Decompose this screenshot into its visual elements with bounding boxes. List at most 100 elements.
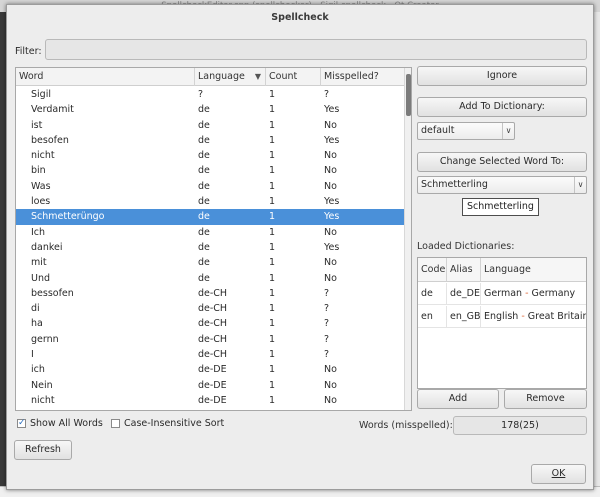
word-cell: nicht	[31, 150, 55, 162]
checkbox-checked-icon: ✓	[17, 418, 26, 428]
word-cell: Was	[31, 180, 51, 192]
misspelled-cell: No	[324, 272, 337, 284]
table-row[interactable]: Schmetterüngo de 1 Yes	[16, 209, 404, 225]
language-cell: de-CH	[198, 349, 228, 361]
misspelled-cell: Yes	[324, 211, 340, 223]
word-cell: I	[31, 349, 34, 361]
count-cell: 1	[269, 287, 276, 299]
dict-language-cell: German - Germany	[481, 283, 586, 305]
table-row[interactable]: nicht de 1 No	[16, 148, 404, 163]
table-row[interactable]: ha de-CH 1?	[16, 316, 404, 331]
table-row[interactable]: Verdamit de 1 Yes	[16, 102, 404, 117]
words-count-label: Words (misspelled):	[359, 420, 453, 431]
column-count-header[interactable]: Count	[266, 68, 321, 86]
table-row[interactable]: Und de 1 No	[16, 271, 404, 286]
table-row[interactable]: nicht de-DE 1 No	[16, 393, 404, 408]
misspelled-cell: Yes	[324, 196, 340, 208]
checkbox-unchecked-icon	[111, 419, 120, 428]
count-cell: 1	[269, 89, 276, 100]
show-all-words-checkbox[interactable]: ✓ Show All Words	[17, 418, 103, 429]
word-cell: nicht	[31, 394, 55, 406]
column-misspelled-label: Misspelled?	[324, 71, 379, 82]
column-misspelled-header[interactable]: Misspelled?	[321, 68, 404, 86]
language-cell: de-CH	[198, 333, 228, 345]
scrollbar-thumb[interactable]	[406, 74, 411, 116]
language-cell: de	[198, 211, 210, 223]
dictionary-select-value: default	[421, 125, 455, 136]
language-cell: de	[198, 150, 210, 162]
table-row[interactable]: besofen de 1 Yes	[16, 133, 404, 148]
count-cell: 1	[269, 104, 276, 116]
table-row[interactable]: Sigil? 1?	[16, 87, 404, 102]
remove-dictionary-button[interactable]: Remove	[504, 389, 587, 409]
add-dictionary-button[interactable]: Add	[417, 389, 499, 409]
misspelled-cell: ?	[324, 287, 330, 299]
replacement-word-combo[interactable]: Schmetterling ∨	[417, 176, 587, 194]
table-row[interactable]: mit de 1 No	[16, 255, 404, 270]
count-cell: 1	[269, 134, 276, 146]
dict-alias-cell: de_DE	[447, 283, 481, 305]
dict-language-header[interactable]: Language	[481, 258, 586, 282]
filter-input[interactable]	[45, 39, 587, 60]
column-word-header[interactable]: Word	[16, 68, 195, 86]
word-cell: ha	[31, 318, 43, 330]
replacement-word-value: Schmetterling	[421, 179, 488, 190]
dict-language-name: English	[484, 311, 519, 322]
column-language-label: Language	[198, 71, 245, 82]
word-table-scrollbar[interactable]	[404, 68, 411, 410]
filter-label: Filter:	[15, 46, 42, 57]
table-row[interactable]: Nein de-DE 1 No	[16, 378, 404, 393]
table-row[interactable]: di de-CH 1?	[16, 301, 404, 316]
ignore-button[interactable]: Ignore	[417, 66, 587, 86]
word-table-header: Word Language ▼ Count Misspelled?	[16, 68, 404, 86]
count-cell: 1	[269, 318, 276, 330]
language-cell: de	[198, 196, 210, 208]
dict-language-region: Great Britain	[527, 311, 586, 322]
column-language-header[interactable]: Language ▼	[195, 68, 266, 86]
dict-alias-header[interactable]: Alias	[447, 258, 481, 282]
count-cell: 1	[269, 272, 276, 284]
count-cell: 1	[269, 333, 276, 345]
refresh-button[interactable]: Refresh	[14, 440, 72, 460]
language-cell: ?	[198, 89, 204, 100]
table-row[interactable]: ist de 1 No	[16, 118, 404, 133]
table-row[interactable]: loes de 1 Yes	[16, 194, 404, 209]
dict-language-region: Germany	[531, 288, 576, 299]
language-cell: de	[198, 241, 210, 253]
misspelled-cell: ?	[324, 89, 330, 100]
case-insensitive-checkbox[interactable]: Case-Insensitive Sort	[111, 418, 224, 429]
language-cell: de-CH	[198, 318, 228, 330]
table-row[interactable]: bin de 1 No	[16, 163, 404, 178]
dict-language-separator: -	[518, 311, 528, 322]
dialog-title: Spellcheck	[271, 12, 329, 23]
dict-language-name: German	[484, 288, 523, 299]
count-cell: 1	[269, 211, 276, 223]
table-row[interactable]: Ich de 1 No	[16, 225, 404, 240]
words-count-value: 178(25)	[453, 416, 587, 435]
misspelled-cell: No	[324, 119, 337, 131]
count-cell: 1	[269, 180, 276, 192]
word-cell: Verdamit	[31, 104, 74, 116]
language-cell: de	[198, 226, 210, 238]
dict-code-cell: de	[418, 283, 447, 305]
count-cell: 1	[269, 241, 276, 253]
table-row[interactable]: Ide-CH 1?	[16, 347, 404, 362]
ok-button[interactable]: OK	[531, 464, 586, 484]
word-cell: ich	[31, 364, 45, 376]
dict-code-header[interactable]: Code	[418, 258, 447, 282]
table-row[interactable]: dankei de 1 Yes	[16, 240, 404, 255]
word-cell: bessofen	[31, 287, 74, 299]
table-row[interactable]: ich de-DE 1 No	[16, 362, 404, 377]
dict-language-cell: English - Great Britain	[481, 306, 586, 328]
misspelled-cell: No	[324, 180, 337, 192]
dictionary-select[interactable]: default ∨	[417, 122, 515, 140]
table-row[interactable]: bessofen de-CH 1?	[16, 286, 404, 301]
misspelled-cell: ?	[324, 303, 330, 315]
change-selected-word-button[interactable]: Change Selected Word To:	[417, 152, 587, 172]
language-cell: de	[198, 180, 210, 192]
add-to-dictionary-button[interactable]: Add To Dictionary:	[417, 97, 587, 117]
table-row[interactable]: Was de 1 No	[16, 179, 404, 194]
table-row[interactable]: gernn de-CH 1?	[16, 332, 404, 347]
dictionary-row[interactable]: en en_GB English - Great Britain	[418, 306, 586, 328]
dictionary-row[interactable]: de de_DE German - Germany	[418, 283, 586, 305]
